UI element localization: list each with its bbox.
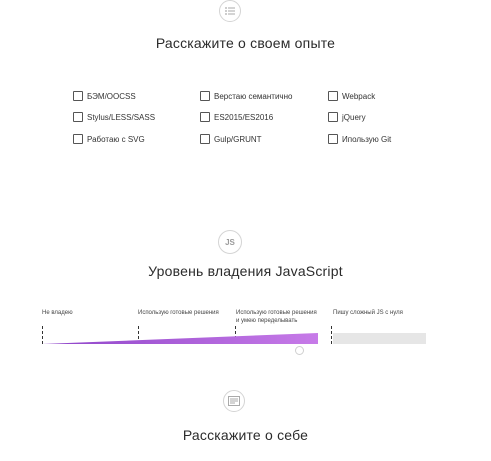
slider-track[interactable]: [333, 333, 426, 344]
slider-thumb[interactable]: [295, 346, 304, 355]
checkbox-semantic-markup[interactable]: Верстаю семантично: [200, 91, 292, 101]
checkbox-label: Верстаю семантично: [214, 91, 293, 101]
checkbox-webpack[interactable]: Webpack: [328, 91, 375, 101]
level-label-modify-solutions: Использую готовые решения и умею передел…: [236, 309, 317, 325]
checkbox-svg[interactable]: Работаю с SVG: [73, 134, 145, 144]
checkbox-bem-oocss[interactable]: БЭМ/OOCSS: [73, 91, 136, 101]
checkbox-box[interactable]: [200, 134, 210, 144]
checkbox-es2015[interactable]: ES2015/ES2016: [200, 112, 273, 122]
checkbox-box[interactable]: [200, 112, 210, 122]
js-badge-icon: JS: [218, 230, 242, 254]
experience-title: Расскажите о своем опыте: [155, 35, 336, 51]
checkbox-box[interactable]: [200, 91, 210, 101]
about-title: Расскажите о себе: [182, 427, 309, 443]
level-label-complex-js: Пишу сложный JS с нуля: [333, 310, 403, 316]
document-icon: [223, 390, 245, 412]
checkbox-label: БЭМ/OOCSS: [87, 91, 136, 101]
checkbox-label: Stylus/LESS/SASS: [87, 112, 156, 122]
checkbox-label: Ипользую Git: [342, 134, 392, 144]
checkbox-jquery[interactable]: jQuery: [328, 112, 366, 122]
checkbox-box[interactable]: [73, 112, 83, 122]
level-label-ready-solutions: Использую готовые решения: [138, 310, 219, 316]
checkbox-label: Работаю с SVG: [87, 134, 145, 144]
checkbox-gulp-grunt[interactable]: Gulp/GRUNT: [200, 134, 262, 144]
checkbox-label: Gulp/GRUNT: [214, 134, 262, 144]
checkbox-label: Webpack: [342, 91, 376, 101]
checkbox-box[interactable]: [73, 134, 83, 144]
level-label-line-2: и умею переделывать: [236, 318, 298, 324]
checkbox-box[interactable]: [328, 91, 338, 101]
checkbox-box[interactable]: [328, 134, 338, 144]
slider-fill[interactable]: [42, 333, 318, 344]
level-label-none: Не владею: [42, 310, 73, 316]
checkbox-box[interactable]: [328, 112, 338, 122]
checkbox-label: jQuery: [342, 112, 366, 122]
level-label-line-1: Использую готовые решения: [236, 310, 317, 316]
checkbox-box[interactable]: [73, 91, 83, 101]
level-tick-3: [331, 326, 332, 344]
checkbox-git[interactable]: Ипользую Git: [328, 134, 391, 144]
checkbox-preprocessors[interactable]: Stylus/LESS/SASS: [73, 112, 155, 122]
js-level-title: Уровень владения JavaScript: [148, 263, 343, 279]
list-icon: [219, 0, 241, 22]
checkbox-label: ES2015/ES2016: [214, 112, 274, 122]
